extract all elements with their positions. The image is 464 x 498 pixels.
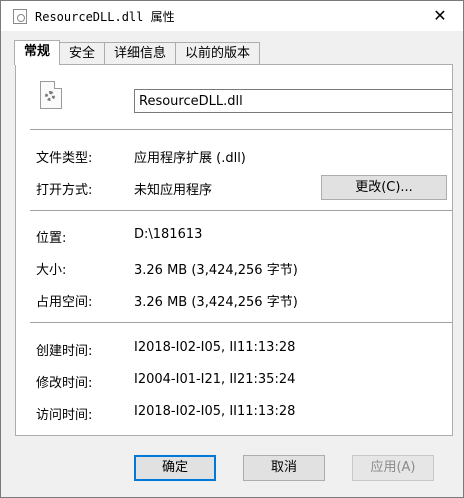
apply-button[interactable]: 应用(A) (352, 455, 434, 481)
tab-general[interactable]: 常规 (14, 40, 61, 65)
open-with-label: 打开方式: (36, 183, 93, 198)
file-name-field[interactable] (134, 89, 452, 113)
file-type-value: 应用程序扩展 (.dll) (134, 151, 246, 166)
close-icon[interactable]: ✕ (417, 1, 463, 31)
size-label: 大小: (36, 263, 67, 278)
created-value: I2018-I02-I05, II11:13:28 (134, 340, 296, 355)
change-button[interactable]: 更改(C)... (321, 175, 447, 200)
file-type-label: 文件类型: (36, 151, 93, 166)
cancel-button[interactable]: 取消 (243, 455, 325, 481)
dll-gear-file-icon (40, 81, 62, 109)
tab-strip: 常规 安全 详细信息 以前的版本 (14, 40, 261, 65)
separator (30, 322, 452, 323)
separator (30, 129, 452, 130)
dll-file-icon (13, 9, 27, 24)
size-on-disk-label: 占用空间: (36, 295, 93, 310)
location-label: 位置: (36, 231, 67, 246)
location-value: D:\181613 (134, 227, 203, 242)
separator (30, 210, 452, 211)
gear-icon (45, 91, 55, 101)
tab-details[interactable]: 详细信息 (104, 42, 177, 65)
general-panel: 文件类型: 应用程序扩展 (.dll) 打开方式: 未知应用程序 更改(C)..… (15, 64, 453, 436)
modified-label: 修改时间: (36, 376, 93, 391)
accessed-label: 访问时间: (36, 408, 93, 423)
title-bar[interactable]: ResourceDLL.dll 属性 ✕ (1, 1, 463, 31)
accessed-value: I2018-I02-I05, II11:13:28 (134, 404, 296, 419)
size-value: 3.26 MB (3,424,256 字节) (134, 263, 298, 278)
window-title: ResourceDLL.dll 属性 (35, 10, 175, 24)
ok-button[interactable]: 确定 (134, 455, 216, 481)
created-label: 创建时间: (36, 344, 93, 359)
open-with-value: 未知应用程序 (134, 183, 213, 198)
tab-security[interactable]: 安全 (59, 42, 106, 65)
modified-value: I2004-I01-I21, II21:35:24 (134, 372, 296, 387)
size-on-disk-value: 3.26 MB (3,424,256 字节) (134, 295, 298, 310)
properties-window: ResourceDLL.dll 属性 ✕ 常规 安全 详细信息 以前的版本 文件… (0, 0, 464, 498)
tab-previous-versions[interactable]: 以前的版本 (175, 42, 261, 65)
